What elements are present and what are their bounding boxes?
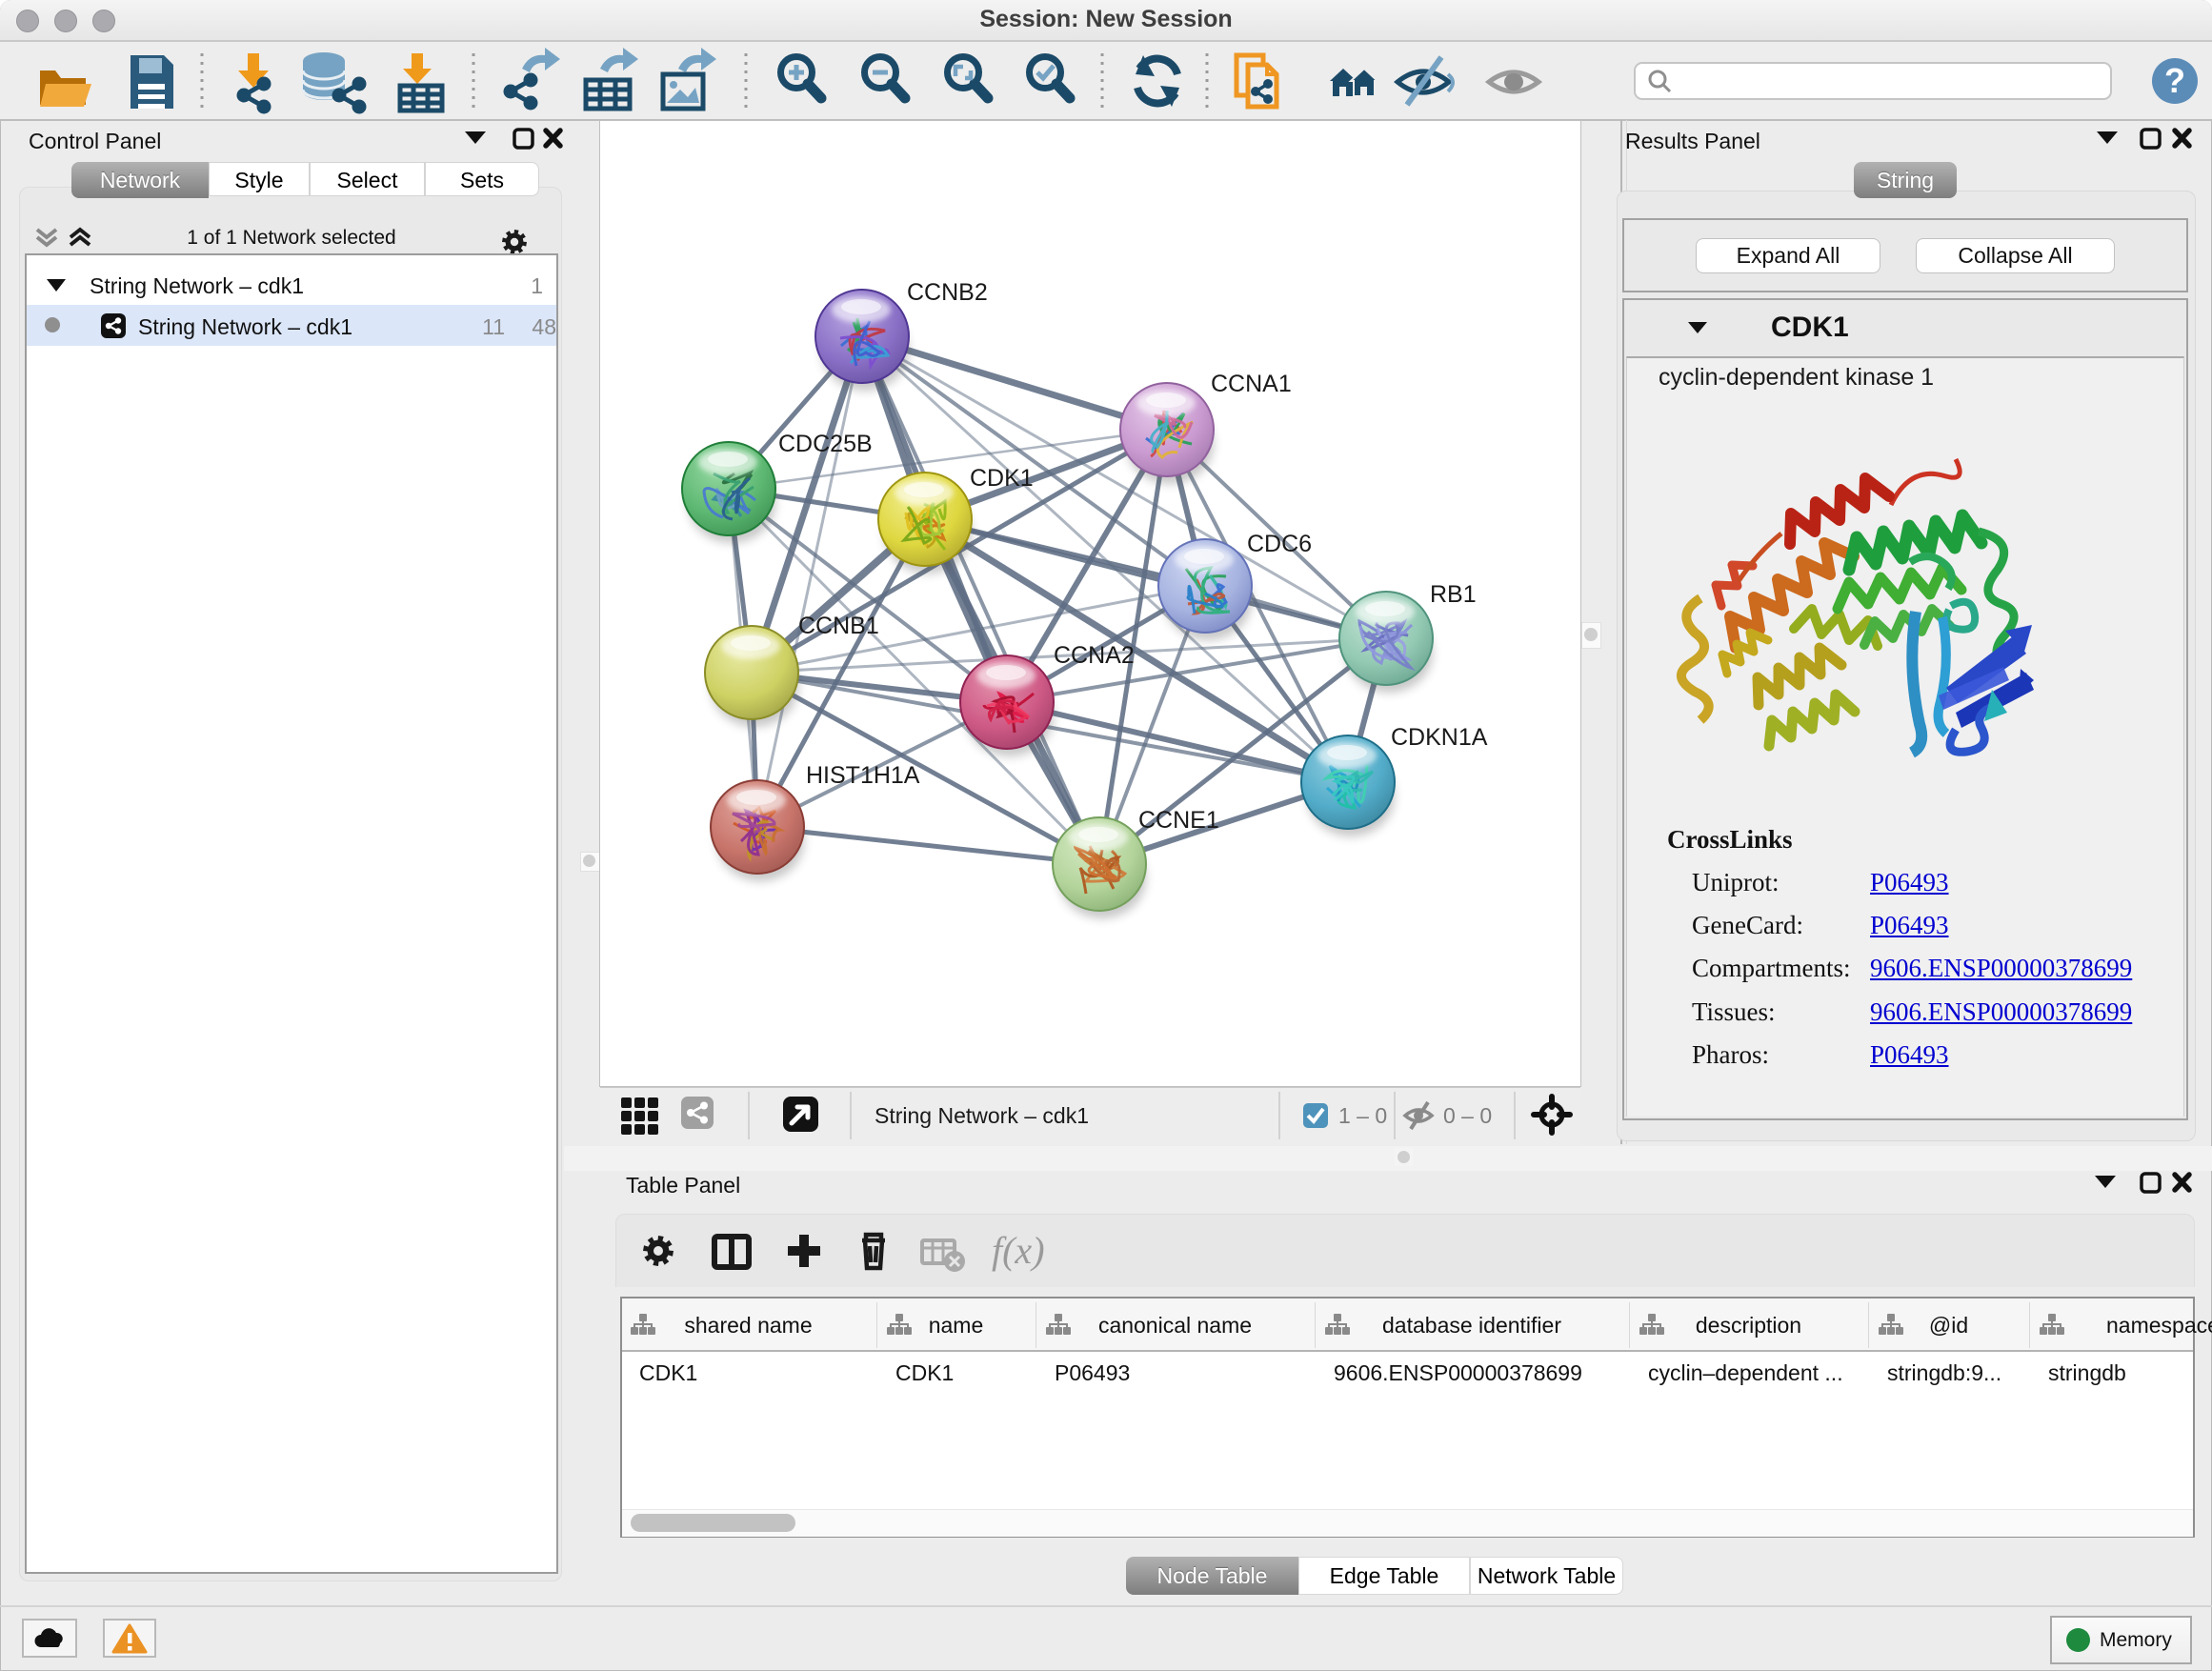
svg-text:CDC6: CDC6 [1247, 531, 1312, 557]
svg-text:String Network – cdk1: String Network – cdk1 [875, 1103, 1089, 1128]
svg-text:RB1: RB1 [1430, 581, 1477, 608]
svg-text:CDC25B: CDC25B [778, 431, 873, 457]
svg-text:CCNA1: CCNA1 [1211, 371, 1292, 397]
svg-text:1 – 0: 1 – 0 [1338, 1103, 1387, 1128]
svg-text:?: ? [2164, 61, 2185, 100]
svg-text:f(x): f(x) [992, 1229, 1045, 1272]
svg-text:CCNA2: CCNA2 [1054, 642, 1135, 669]
svg-text:HIST1H1A: HIST1H1A [806, 762, 920, 789]
svg-text:CCNB2: CCNB2 [907, 279, 988, 306]
svg-text:CDK1: CDK1 [970, 465, 1034, 492]
svg-text:CCNE1: CCNE1 [1138, 807, 1219, 834]
svg-text:CCNB1: CCNB1 [798, 613, 879, 639]
svg-text:0 – 0: 0 – 0 [1443, 1103, 1492, 1128]
svg-text:CDKN1A: CDKN1A [1391, 724, 1488, 751]
